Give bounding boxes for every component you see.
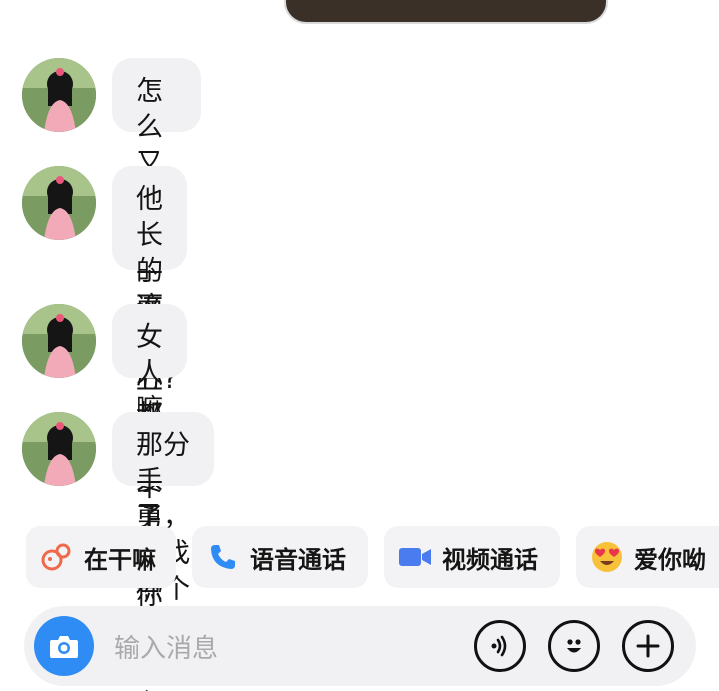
message-input[interactable]: 输入消息 (114, 628, 218, 665)
message-bubble[interactable]: 女人嘛就要勇敢点 (112, 304, 187, 605)
voice-input-button[interactable] (474, 620, 526, 672)
quick-action-label: 视频通话 (442, 545, 538, 574)
quick-action-voice-call[interactable]: 语音通话 (192, 526, 368, 588)
camera-button[interactable] (34, 616, 94, 676)
quick-action-zaiganma[interactable]: 在干嘛 (26, 526, 176, 588)
wave-emoji-icon (40, 540, 74, 574)
phone-icon (206, 540, 240, 574)
message-bubble[interactable]: 怎么又会分手而伤心? (112, 58, 202, 395)
quick-actions-bar: 在干嘛 语音通话 视频通话 爱你呦 (0, 526, 719, 590)
message-input-bar: 输入消息 (24, 606, 696, 686)
video-camera-icon (398, 540, 432, 574)
contact-avatar[interactable] (22, 166, 96, 240)
contact-avatar[interactable] (22, 412, 96, 486)
camera-icon (50, 636, 78, 658)
voice-wave-icon (491, 635, 507, 657)
more-button[interactable] (622, 620, 674, 672)
quick-action-video-call[interactable]: 视频通话 (384, 526, 560, 588)
contact-avatar[interactable] (22, 304, 96, 378)
smiley-icon (567, 639, 581, 653)
contact-avatar[interactable] (22, 58, 96, 132)
quick-action-label: 语音通话 (250, 545, 346, 574)
message-bubble[interactable]: 那分手了，再找一个不就得了 (112, 412, 214, 677)
quick-action-aiyouyou[interactable]: 爱你呦 (576, 526, 719, 588)
sent-image-preview[interactable] (284, 0, 608, 24)
heart-eyes-emoji-icon (590, 540, 624, 574)
quick-action-label: 爱你呦 (634, 545, 706, 574)
emoji-button[interactable] (548, 620, 600, 672)
quick-action-label: 在干嘛 (84, 545, 156, 574)
plus-icon (636, 634, 660, 658)
message-bubble[interactable]: 他长的这么丑都配不上你你还 伤心个得啊 (112, 166, 187, 691)
